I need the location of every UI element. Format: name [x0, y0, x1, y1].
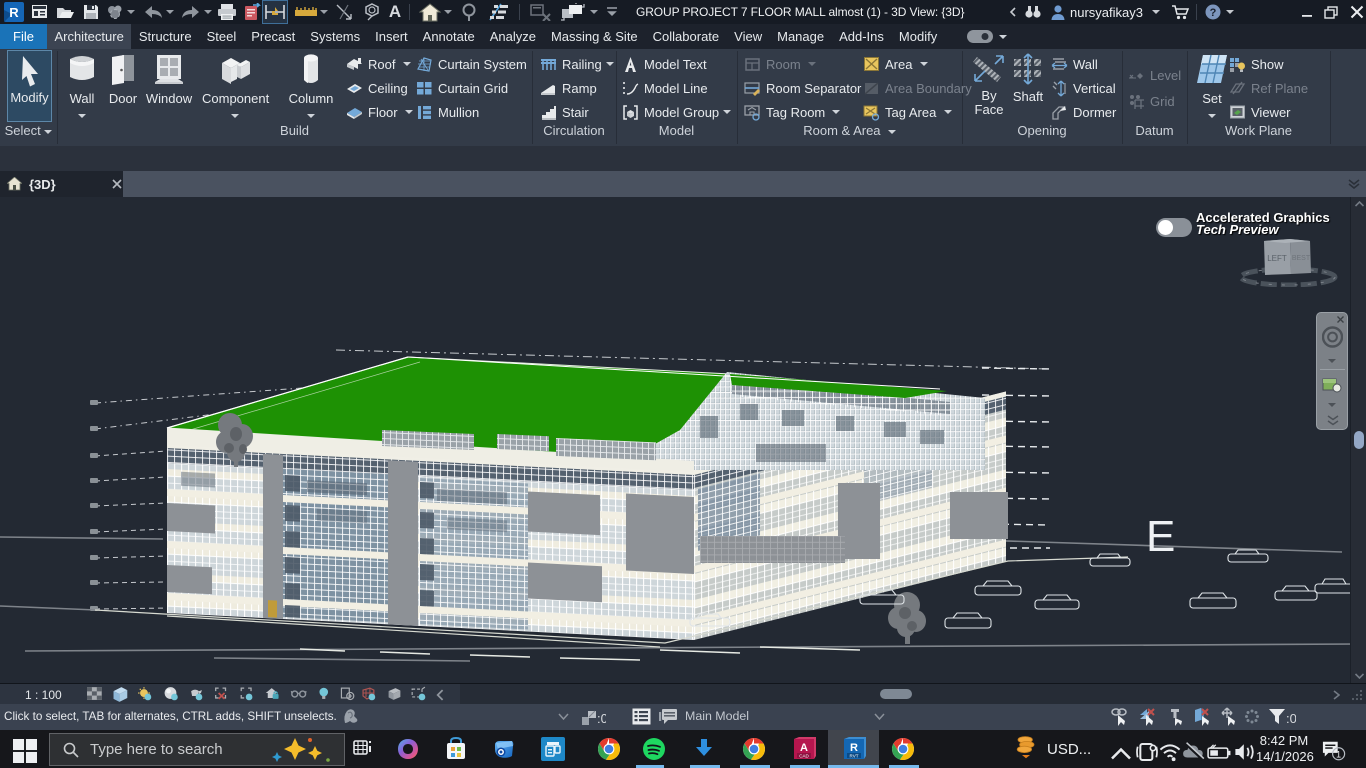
svg-text:?: ?	[1209, 7, 1216, 19]
svg-text::0: :0	[597, 711, 606, 726]
svg-text:LEFT: LEFT	[1267, 254, 1287, 263]
svg-text:R: R	[850, 742, 858, 754]
svg-text:R: R	[9, 5, 19, 20]
svg-text::0: :0	[1286, 711, 1296, 726]
svg-text:CAD: CAD	[799, 754, 809, 759]
svg-text:A: A	[800, 742, 808, 754]
svg-text:RVT: RVT	[850, 754, 859, 759]
svg-text:E: E	[1146, 512, 1176, 561]
svg-text:BEST: BEST	[1292, 255, 1311, 262]
svg-text:1: 1	[1336, 749, 1341, 759]
